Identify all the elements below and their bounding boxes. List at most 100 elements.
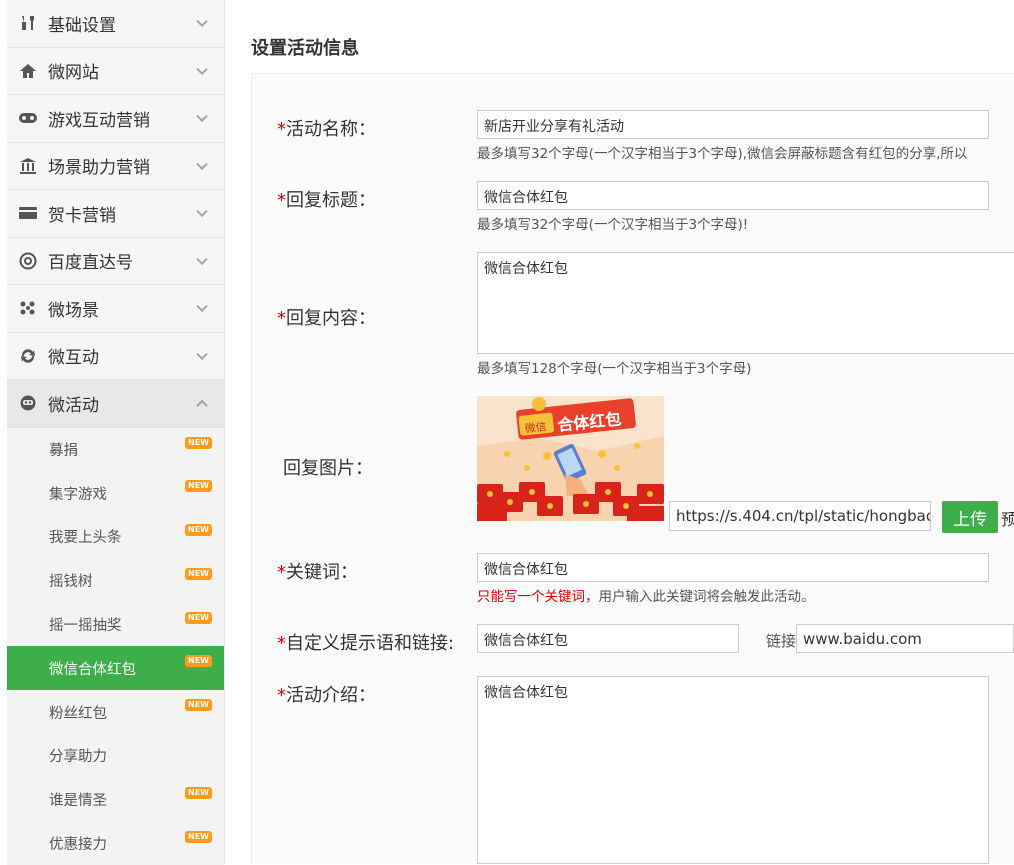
refresh-icon: [18, 346, 38, 366]
chevron-up-icon: [196, 399, 208, 412]
page-title: 设置活动信息: [251, 38, 359, 59]
subitem-discount-relay[interactable]: 优惠接力 NEW: [7, 821, 224, 865]
chevron-down-icon: [196, 15, 208, 28]
required-mark: *: [277, 685, 286, 706]
menu-basic-settings[interactable]: 基础设置: [7, 0, 224, 48]
label-text: 回复标题：: [286, 190, 376, 211]
menu-micro-activity[interactable]: 微活动: [7, 380, 224, 428]
required-mark: *: [277, 119, 286, 140]
subitem-love-sage[interactable]: 谁是情圣 NEW: [7, 777, 224, 822]
upload-button[interactable]: 上传: [942, 501, 998, 533]
chevron-down-icon: [196, 63, 208, 75]
tools-icon: [18, 13, 38, 33]
chevron-down-icon: [196, 158, 208, 170]
image-text-wechat: 微信: [524, 419, 547, 435]
custom-tip-input[interactable]: 微信合体红包: [477, 624, 739, 653]
subitem-label: 微信合体红包: [49, 661, 136, 678]
reply-content-textarea[interactable]: 微信合体红包: [477, 252, 1014, 354]
menu-scene-marketing[interactable]: 场景助力营销: [7, 142, 224, 190]
activity-name-input[interactable]: 新店开业分享有礼活动: [477, 110, 989, 139]
menu-label: 微互动: [48, 348, 99, 369]
activity-name-label: *活动名称：: [277, 115, 376, 141]
chevron-down-icon: [196, 348, 208, 360]
reply-image-label: 回复图片：: [283, 458, 373, 479]
reply-content-hint: 最多填写128个字母(一个汉字相当于3个字母): [477, 361, 752, 377]
subitem-word-collect[interactable]: 集字游戏 NEW: [7, 471, 224, 516]
custom-tip-label: *自定义提示语和链接:: [277, 629, 454, 655]
menu-game-marketing[interactable]: 游戏互动营销: [7, 95, 224, 143]
card-icon: [18, 203, 38, 223]
required-mark: *: [277, 562, 286, 583]
subitem-label: 我要上头条: [49, 530, 122, 547]
menu-micro-scene[interactable]: 微场景: [7, 285, 224, 333]
chevron-down-icon: [196, 110, 208, 123]
reply-title-label: *回复标题：: [277, 186, 376, 212]
menu-label: 基础设置: [48, 15, 116, 36]
gamepad-icon: [18, 108, 38, 128]
new-badge: NEW: [185, 699, 212, 712]
subitem-label: 优惠接力: [49, 837, 107, 854]
label-text: 自定义提示语和链接:: [286, 633, 455, 654]
menu-micro-interact[interactable]: 微互动: [7, 332, 224, 380]
reply-title-hint: 最多填写32个字母(一个汉字相当于3个字母)!: [477, 217, 749, 233]
keyword-input[interactable]: 微信合体红包: [477, 553, 989, 582]
reply-content-label: *回复内容：: [277, 304, 376, 330]
new-badge: NEW: [185, 786, 212, 799]
new-badge: NEW: [185, 830, 212, 843]
keyword-label: *关键词：: [277, 558, 358, 584]
label-text: 关键词：: [286, 562, 358, 583]
new-badge: NEW: [185, 567, 212, 580]
subitem-donation[interactable]: 募捐 NEW: [7, 427, 224, 472]
menu-label: 百度直达号: [48, 253, 133, 274]
new-badge: NEW: [185, 436, 212, 449]
intro-textarea[interactable]: 微信合体红包: [477, 676, 989, 864]
menu-label: 游戏互动营销: [48, 110, 150, 131]
menu-greeting-card[interactable]: 贺卡营销: [7, 190, 224, 238]
subitem-label: 募捐: [49, 442, 78, 459]
subitem-wechat-combo-redpacket[interactable]: 微信合体红包 NEW: [7, 646, 224, 691]
subitem-label: 集字游戏: [49, 486, 107, 503]
dots-icon: [18, 298, 38, 318]
keyword-hint: 只能写一个关键词，用户输入此关键词将会触发此活动。: [477, 585, 815, 605]
intro-label: *活动介绍：: [277, 681, 376, 707]
menu-label: 场景助力营销: [48, 158, 150, 179]
subitem-money-tree[interactable]: 摇钱树 NEW: [7, 558, 224, 603]
subitem-label: 摇钱树: [49, 574, 93, 591]
menu-baidu-direct[interactable]: 百度直达号: [7, 237, 224, 285]
activity-name-hint: 最多填写32个字母(一个汉字相当于3个字母),微信会屏蔽标题含有红包的分享,所以: [477, 146, 968, 162]
keyword-hint-text: 用户输入此关键词将会触发此活动。: [598, 589, 815, 605]
subitem-label: 粉丝红包: [49, 705, 107, 722]
reply-image-preview: 微信 合体红包: [477, 396, 664, 521]
subitem-label: 分享助力: [49, 749, 107, 766]
preview-link-text[interactable]: 预: [1001, 506, 1014, 530]
subitem-shake-lottery[interactable]: 摇一摇抽奖 NEW: [7, 602, 224, 647]
chevron-down-icon: [196, 253, 208, 265]
new-badge: NEW: [185, 524, 212, 537]
new-badge: NEW: [185, 611, 212, 624]
subitem-headline[interactable]: 我要上头条 NEW: [7, 515, 224, 559]
at-icon: [18, 251, 38, 271]
keyword-hint-warning: 只能写一个关键词，: [477, 589, 599, 605]
new-badge: NEW: [185, 655, 212, 668]
menu-micro-site[interactable]: 微网站: [7, 47, 224, 95]
reply-image-url-input[interactable]: https://s.404.cn/tpl/static/hongbao: [669, 501, 931, 531]
required-mark: *: [277, 190, 286, 211]
subitem-share-assist[interactable]: 分享助力: [7, 734, 224, 778]
label-text: 活动介绍：: [286, 685, 376, 706]
menu-label: 微活动: [48, 395, 99, 416]
home-icon: [18, 61, 38, 81]
sidebar: 基础设置 微网站 游戏互动营销 场景助力营销 贺卡营销 百度直达号 微场景 微互…: [7, 0, 224, 865]
required-mark: *: [277, 308, 286, 329]
link-label: 链接: [766, 632, 797, 650]
menu-label: 微网站: [48, 63, 99, 84]
robot-icon: [18, 393, 38, 413]
subitem-fans-redpacket[interactable]: 粉丝红包 NEW: [7, 690, 224, 735]
required-mark: *: [277, 633, 286, 654]
reply-title-input[interactable]: 微信合体红包: [477, 181, 989, 210]
subitem-label: 谁是情圣: [49, 793, 107, 810]
label-text: 回复内容：: [286, 308, 376, 329]
chevron-down-icon: [196, 300, 208, 313]
menu-label: 贺卡营销: [48, 205, 116, 226]
link-input[interactable]: www.baidu.com: [796, 624, 1014, 653]
chevron-down-icon: [196, 205, 208, 218]
